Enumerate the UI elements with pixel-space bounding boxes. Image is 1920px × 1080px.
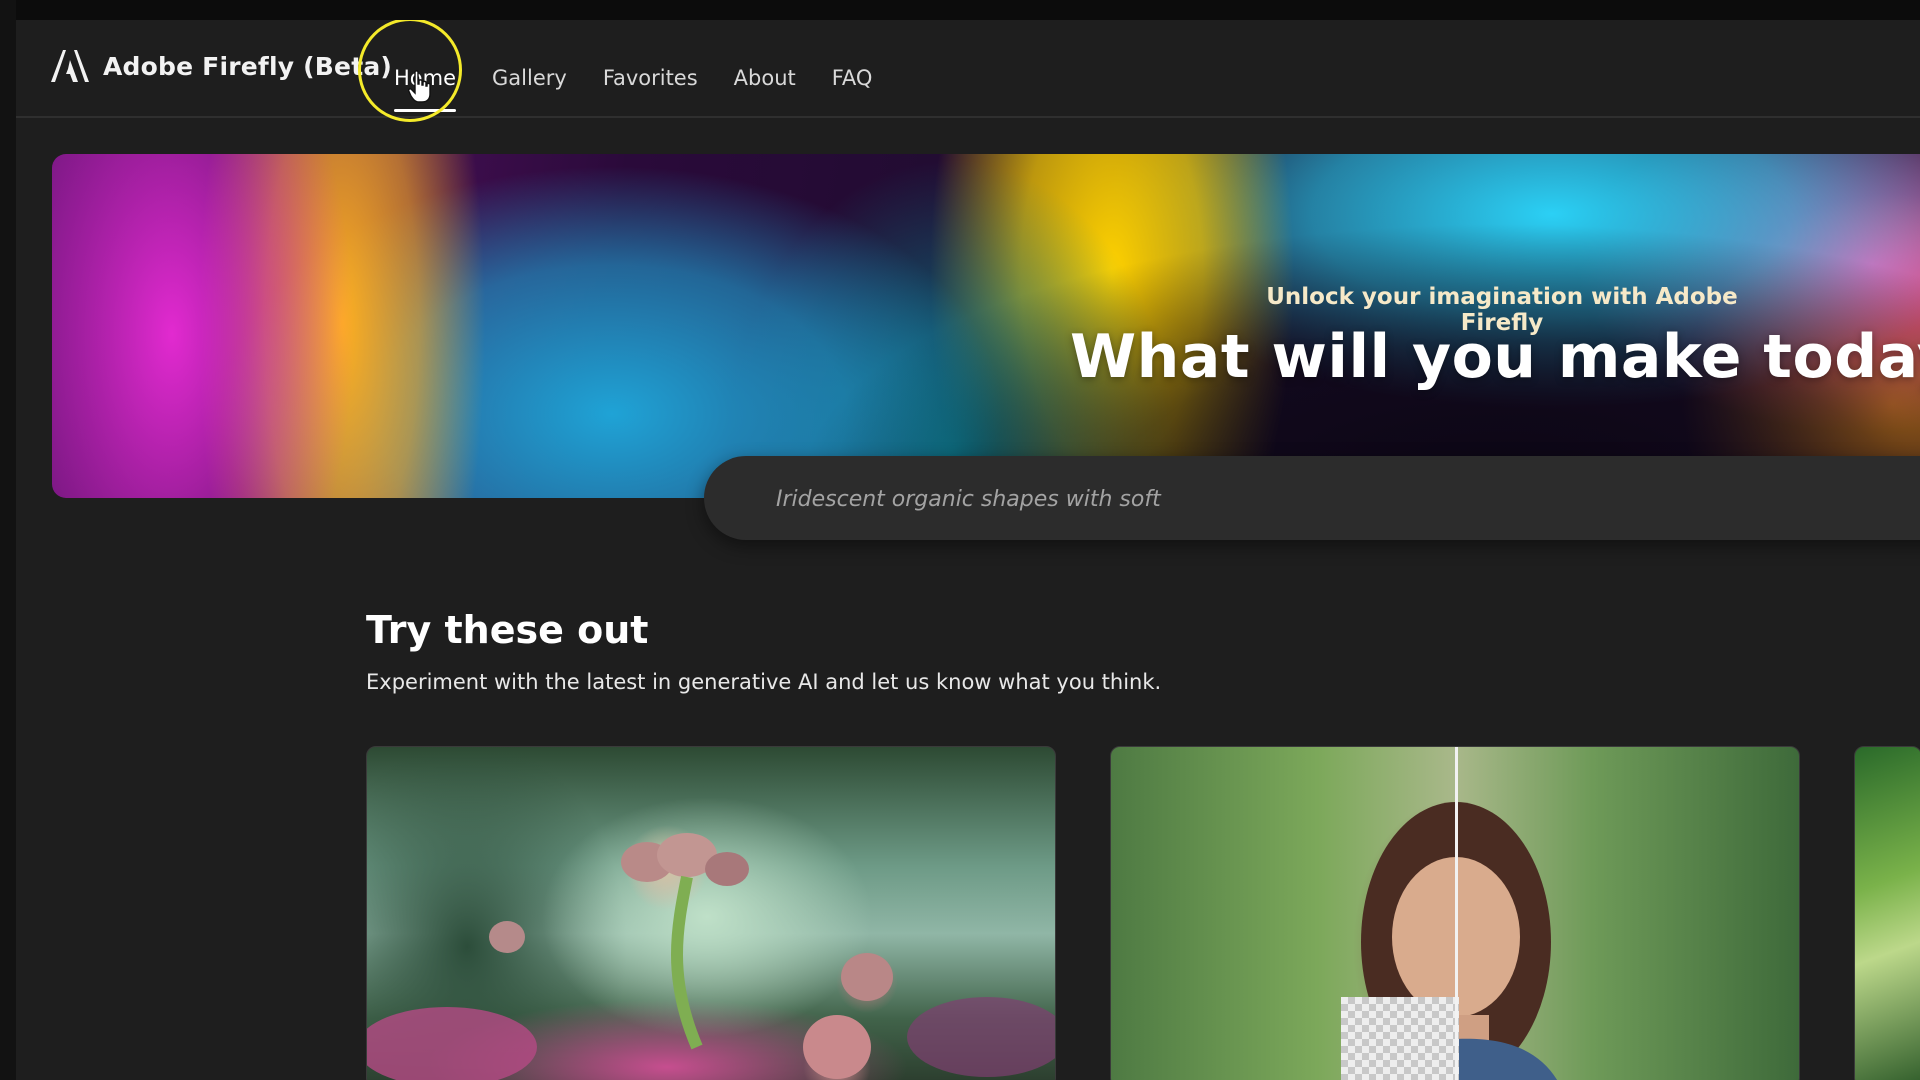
hero-banner: Unlock your imagination with Adobe Firef…	[52, 154, 1920, 498]
prompt-bar	[704, 456, 1920, 540]
nav-item-home[interactable]: Home	[376, 58, 474, 112]
generative-fill-card[interactable]	[1110, 746, 1800, 1080]
hero-title: What will you make today?	[1070, 322, 1920, 392]
nav-item-favorites[interactable]: Favorites	[585, 58, 716, 98]
nav-item-about[interactable]: About	[716, 58, 814, 98]
prompt-input[interactable]	[774, 476, 1878, 522]
nav-item-label: Gallery	[492, 66, 567, 90]
nav-item-faq[interactable]: FAQ	[814, 58, 891, 98]
fantasy-garden-image	[367, 833, 1055, 1080]
nav-item-gallery[interactable]: Gallery	[474, 58, 585, 98]
screen-top-bezel	[0, 0, 1920, 20]
firefly-app: Adobe Firefly (Beta) Home Gallery Favori…	[16, 20, 1920, 1080]
partial-card[interactable]	[1854, 746, 1920, 1080]
section-title: Try these out	[366, 608, 649, 652]
before-after-divider[interactable]	[1455, 747, 1458, 1080]
nav-item-label: Favorites	[602, 66, 698, 90]
text-to-image-card[interactable]	[366, 746, 1056, 1080]
active-tab-indicator	[394, 109, 457, 112]
top-navigation-bar: Adobe Firefly (Beta) Home Gallery Favori…	[16, 20, 1920, 122]
brand[interactable]: Adobe Firefly (Beta)	[51, 50, 392, 82]
screen-left-bezel	[0, 0, 16, 1080]
main-nav: Home Gallery Favorites About FAQ	[376, 58, 891, 112]
nav-item-label: Home	[394, 66, 457, 90]
nav-item-label: FAQ	[831, 66, 873, 90]
nav-item-label: About	[733, 66, 796, 90]
adobe-logo-icon	[51, 50, 89, 82]
brand-name: Adobe Firefly (Beta)	[103, 51, 393, 81]
section-subtitle: Experiment with the latest in generative…	[366, 670, 1162, 694]
transparency-checkerboard	[1341, 997, 1459, 1080]
